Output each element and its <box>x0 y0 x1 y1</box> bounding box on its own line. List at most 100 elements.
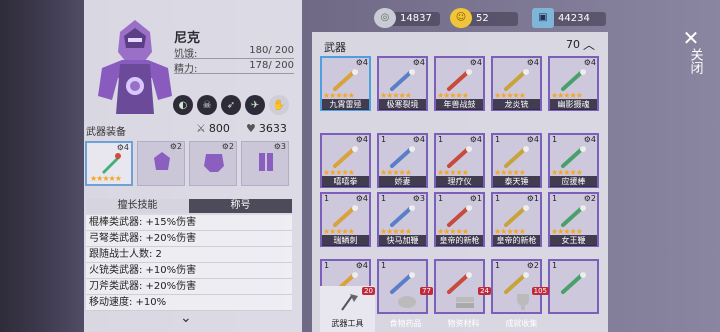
weapon-card[interactable]: 1 ⚙2 ★★★★★ 女王鞭 <box>548 192 599 247</box>
card-name: 龙炎铳 <box>493 99 540 110</box>
card-level: ⚙1 <box>526 194 539 203</box>
equip-slot-legs[interactable]: ⚙3 <box>241 141 289 186</box>
equip-slot-weapon[interactable]: ⚙4 ★★★★★ <box>85 141 133 186</box>
status-icons: ◐ ☠ ➶ ✈ ✋ <box>173 95 289 115</box>
energy-value: 178/ 200 <box>249 60 294 71</box>
info-tabs: 擅长技能 称号 <box>86 199 292 213</box>
hunger-label: 饥饿: <box>174 49 198 60</box>
weapon-icon <box>333 146 358 168</box>
category-food[interactable]: 77 食物药品 <box>378 286 433 332</box>
card-name: 极寒裂境 <box>379 99 426 110</box>
category-label: 食物药品 <box>389 319 422 328</box>
weapon-card[interactable]: 1 <box>548 259 599 314</box>
paw-icon[interactable]: ✋ <box>269 95 289 115</box>
weapon-icon <box>504 146 529 168</box>
weapon-card[interactable]: 1 ⚙4 ★★★★★ 理疗仪 <box>434 133 485 188</box>
equip-slot-helmet[interactable]: ⚙2 <box>137 141 185 186</box>
weapon-card[interactable]: 1 ⚙3 ★★★★★ 快马加鞭 <box>377 192 428 247</box>
card-name: 幽影摄魂 <box>550 99 597 110</box>
category-badge: 105 <box>531 287 549 295</box>
stomach-icon[interactable]: ◐ <box>173 95 193 115</box>
close-icon: ✕ <box>682 26 700 50</box>
card-count: 1 <box>552 261 558 270</box>
category-achievements[interactable]: 105 成就收集 <box>494 286 549 332</box>
card-level: ⚙3 <box>412 194 425 203</box>
card-count: 1 <box>552 194 558 203</box>
card-name: 皇帝的新枪 <box>436 235 483 246</box>
list-item: 火铳类武器: +10%伤害 <box>86 263 292 279</box>
weapon-card[interactable]: ⚙4 ★★★★★ 九霄雷殛 <box>320 56 371 111</box>
card-name: 泰天锤 <box>493 176 540 187</box>
card-level: ⚙4 <box>355 194 368 203</box>
pills-icon <box>398 296 416 308</box>
close-button[interactable]: ✕ 关闭 <box>676 28 706 88</box>
category-label: 物资材料 <box>447 319 480 328</box>
card-count: 1 <box>495 194 501 203</box>
currency-cash: ▣ 44234 <box>532 8 606 28</box>
card-level: ⚙4 <box>526 58 539 67</box>
weapon-icon <box>102 153 121 174</box>
chevron-down-icon[interactable]: ⌄ <box>180 310 192 326</box>
weapons-title: 武器 <box>324 41 346 54</box>
category-weapons[interactable]: 20 武器工具 <box>320 286 375 332</box>
weapons-count: 70 <box>566 38 580 51</box>
weapon-icon <box>561 146 586 168</box>
equipment-label: 武器装备 <box>86 127 126 138</box>
list-item: 移动速度: +10% <box>86 295 292 311</box>
list-item: 跟随战士人数: 2 <box>86 247 292 263</box>
equip-slot-armor[interactable]: ⚙2 <box>189 141 237 186</box>
weapon-icon <box>390 205 415 227</box>
card-count: 1 <box>438 135 444 144</box>
sword-icon: ⚔ <box>196 122 206 135</box>
skull-icon[interactable]: ☠ <box>197 95 217 115</box>
weapon-card[interactable]: ⚙4 ★★★★★ 幽影摄魂 <box>548 56 599 111</box>
attack-value: 800 <box>208 122 230 135</box>
card-count: 1 <box>552 135 558 144</box>
weapon-icon <box>504 205 529 227</box>
skills-list[interactable]: 棍棒类武器: +15%伤害 弓弩类武器: +20%伤害 跟随战士人数: 2 火铳… <box>86 215 292 315</box>
card-level: ⚙4 <box>412 58 425 67</box>
weapon-card[interactable]: ⚙4 ★★★★★ 嘻嘻拳 <box>320 133 371 188</box>
tab-skills[interactable]: 擅长技能 <box>86 199 189 213</box>
legs-icon <box>259 153 273 171</box>
hero-portrait <box>98 20 172 114</box>
health-stat: ♥ 3633 <box>246 122 287 135</box>
card-name: 瑞鳞刺 <box>322 235 369 246</box>
gold-coin-icon: ☺ <box>450 8 472 28</box>
gold-value: 52 <box>476 13 489 24</box>
wing-icon[interactable]: ➶ <box>221 95 241 115</box>
list-item: 弓弩类武器: +20%伤害 <box>86 231 292 247</box>
card-name: 女王鞭 <box>550 235 597 246</box>
weapon-card[interactable]: 1 ⚙1 ★★★★★ 皇帝的新枪 <box>491 192 542 247</box>
currency-coins: ◎ 14837 <box>374 8 440 28</box>
tab-titles[interactable]: 称号 <box>189 199 292 213</box>
card-name: 皇帝的新枪 <box>493 235 540 246</box>
weapon-card[interactable]: 1 ⚙4 ★★★★★ 娇妻 <box>377 133 428 188</box>
weapon-icon <box>561 205 586 227</box>
card-level: ⚙4 <box>355 135 368 144</box>
weapon-icon <box>561 69 586 91</box>
hunger-value: 180/ 200 <box>249 45 294 56</box>
bird-icon[interactable]: ✈ <box>245 95 265 115</box>
weapon-card[interactable]: 1 ⚙1 ★★★★★ 皇帝的新枪 <box>434 192 485 247</box>
weapon-card[interactable]: 1 ⚙4 ★★★★★ 应援棒 <box>548 133 599 188</box>
category-materials[interactable]: 24 物资材料 <box>436 286 491 332</box>
logs-icon <box>456 297 474 308</box>
category-bar: 20 武器工具 77 食物药品 24 物资材料 105 成就收集 <box>320 286 552 332</box>
weapon-card[interactable]: ⚙4 ★★★★★ 年兽战鼓 <box>434 56 485 111</box>
chevron-up-icon[interactable]: ︿ <box>583 36 595 53</box>
currency-gold: ☺ 52 <box>450 8 518 28</box>
card-level: ⚙4 <box>355 261 368 270</box>
card-name: 九霄雷殛 <box>322 99 369 110</box>
weapon-card[interactable]: 1 ⚙4 ★★★★★ 瑞鳞刺 <box>320 192 371 247</box>
weapon-card[interactable]: 1 ⚙4 ★★★★★ 泰天锤 <box>491 133 542 188</box>
weapon-card[interactable]: ⚙4 ★★★★★ 龙炎铳 <box>491 56 542 111</box>
weapon-card[interactable]: ⚙4 ★★★★★ 极寒裂境 <box>377 56 428 111</box>
category-label: 武器工具 <box>331 319 364 328</box>
helmet-icon <box>154 152 170 170</box>
card-level: ⚙4 <box>583 135 596 144</box>
weapon-icon <box>447 146 472 168</box>
category-badge: 24 <box>478 287 491 295</box>
hunger-stat: 饥饿: 180/ 200 <box>174 45 294 60</box>
card-count: 1 <box>438 194 444 203</box>
